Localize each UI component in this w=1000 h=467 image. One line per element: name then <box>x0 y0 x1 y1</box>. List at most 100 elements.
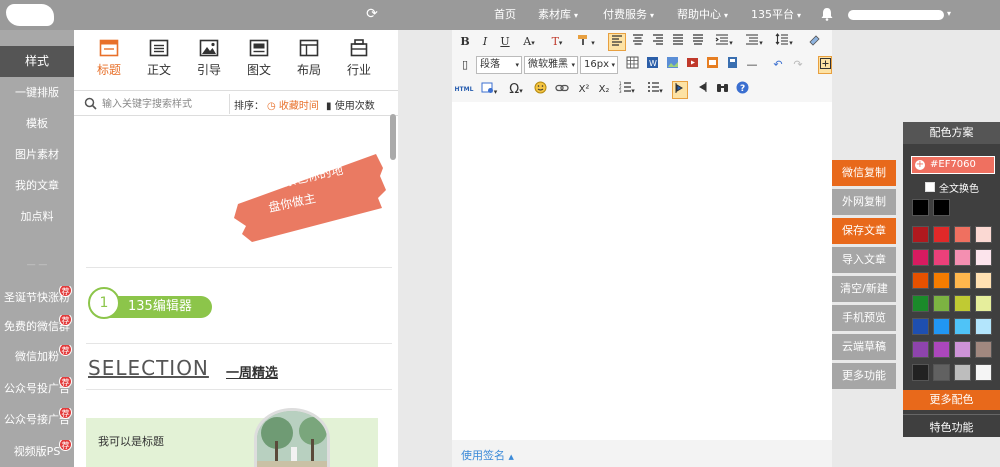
redo-icon[interactable]: ↷ <box>790 56 806 74</box>
color-swatch[interactable] <box>975 318 992 335</box>
sort-by-usage-count[interactable]: ▮ 使用次数 <box>326 97 375 112</box>
undo-icon[interactable]: ↶ <box>770 56 786 74</box>
color-swatch[interactable] <box>954 318 971 335</box>
align-left-button[interactable] <box>608 33 626 51</box>
color-swatch[interactable] <box>933 272 950 289</box>
ltr-direction-button[interactable] <box>672 81 688 99</box>
style-card-photo-title[interactable]: 我可以是标题 <box>86 408 378 467</box>
color-swatch[interactable] <box>954 226 971 243</box>
color-swatch[interactable] <box>954 249 971 266</box>
nav-home[interactable]: 首页 <box>494 0 516 30</box>
more-functions-button[interactable]: 更多功能 <box>832 363 896 389</box>
table-button[interactable] <box>624 56 640 74</box>
horizontal-rule-button[interactable]: — <box>744 56 760 74</box>
color-swatch[interactable] <box>933 226 950 243</box>
color-swatch[interactable] <box>933 318 950 335</box>
color-swatch[interactable] <box>912 364 929 381</box>
word-import-button[interactable]: W <box>644 56 660 74</box>
tab-image-text[interactable]: 图文 <box>236 30 282 86</box>
full-text-color-checkbox[interactable] <box>925 182 935 192</box>
color-swatch[interactable] <box>975 226 992 243</box>
new-doc-icon[interactable]: ▯ <box>458 56 472 74</box>
color-swatch[interactable] <box>933 364 950 381</box>
logo[interactable] <box>6 4 54 26</box>
style-card-selection-title[interactable]: SELECTION 一周精选 <box>86 350 392 390</box>
insert-music-button[interactable] <box>704 56 720 74</box>
font-family-select[interactable]: 微软雅黑 ▾ <box>524 56 578 74</box>
cloud-draft-button[interactable]: 云端草稿 <box>832 334 896 360</box>
underline-button[interactable]: U <box>498 33 512 51</box>
insert-video-button[interactable] <box>684 56 700 74</box>
save-article-button[interactable]: 保存文章 <box>832 218 896 244</box>
paragraph-spacing-button[interactable]: ▾ <box>742 33 766 51</box>
color-swatch[interactable] <box>954 364 971 381</box>
recent-color-swatch[interactable] <box>933 199 950 216</box>
refresh-icon[interactable]: ⟳ <box>364 6 380 22</box>
rtl-direction-button[interactable] <box>694 81 710 99</box>
nav-material-library[interactable]: 素材库 ▾ <box>538 0 578 30</box>
sidebar-item-image-materials[interactable]: 图片素材 <box>0 139 74 170</box>
color-swatch[interactable] <box>975 364 992 381</box>
bold-button[interactable]: B <box>458 33 472 51</box>
more-colors-button[interactable]: 更多配色 <box>903 390 1000 410</box>
font-color-button[interactable]: A▾ <box>518 33 540 51</box>
html-source-button[interactable]: HTML <box>454 81 474 99</box>
mobile-preview-button[interactable]: 手机预览 <box>832 305 896 331</box>
recent-color-swatch[interactable] <box>912 199 929 216</box>
color-swatch[interactable] <box>975 341 992 358</box>
emoji-button[interactable] <box>532 81 548 99</box>
sort-by-favorite-time[interactable]: ◷ 收藏时间 <box>267 97 319 112</box>
color-swatch[interactable] <box>933 295 950 312</box>
tab-industry[interactable]: 行业 <box>336 30 382 86</box>
italic-button[interactable]: I <box>478 33 492 51</box>
color-swatch[interactable] <box>975 249 992 266</box>
color-swatch[interactable] <box>912 226 929 243</box>
nav-paid-service[interactable]: 付费服务 ▾ <box>603 0 654 30</box>
sidebar-item-style[interactable]: 样式 <box>0 46 74 77</box>
sidebar-promo-link[interactable]: 微信加粉荐 <box>0 345 74 369</box>
import-article-button[interactable]: 导入文章 <box>832 247 896 273</box>
editor-content-area[interactable] <box>452 102 832 440</box>
use-signature-link[interactable]: 使用签名 ▲ <box>461 447 514 463</box>
color-swatch[interactable] <box>912 272 929 289</box>
chevron-down-icon[interactable]: ▾ <box>947 9 951 18</box>
superscript-button[interactable]: X² <box>576 81 592 99</box>
expand-button[interactable] <box>818 56 832 74</box>
distribute-button[interactable] <box>690 33 706 51</box>
eraser-button[interactable] <box>806 33 822 51</box>
current-color-input[interactable]: + #EF7060 <box>911 156 995 174</box>
line-height-button[interactable]: ▾ <box>772 33 796 51</box>
sidebar-promo-link[interactable]: 公众号投广告荐 <box>0 377 74 401</box>
tab-body-text[interactable]: 正文 <box>136 30 182 86</box>
justify-button[interactable] <box>670 33 686 51</box>
font-size-select[interactable]: 16px ▾ <box>580 56 618 74</box>
sidebar-promo-link[interactable]: 圣诞节快涨粉荐 <box>0 286 74 310</box>
tab-guide[interactable]: 引导 <box>186 30 232 86</box>
insert-page-button[interactable] <box>724 56 740 74</box>
color-swatch[interactable] <box>912 318 929 335</box>
sidebar-item-templates[interactable]: 模板 <box>0 108 74 139</box>
align-right-button[interactable] <box>650 33 666 51</box>
search-icon[interactable] <box>84 97 97 110</box>
special-functions-button[interactable]: 特色功能 <box>903 418 1000 437</box>
style-card-numbered-title[interactable]: 1 135编辑器 <box>86 274 392 344</box>
help-button[interactable]: ? <box>734 81 750 99</box>
external-copy-button[interactable]: 外网复制 <box>832 189 896 215</box>
paragraph-select[interactable]: 段落 ▾ <box>476 56 522 74</box>
color-swatch[interactable] <box>954 341 971 358</box>
color-swatch[interactable] <box>975 272 992 289</box>
search-input[interactable] <box>102 95 228 113</box>
color-swatch[interactable] <box>975 295 992 312</box>
color-swatch[interactable] <box>954 272 971 289</box>
align-center-button[interactable] <box>630 33 646 51</box>
background-color-button[interactable]: T▾ <box>546 33 568 51</box>
special-char-button[interactable]: Ω▾ <box>506 81 526 99</box>
unordered-list-button[interactable]: ▾ <box>644 81 666 99</box>
sidebar-promo-link[interactable]: 免费的微信群荐 <box>0 315 74 339</box>
ordered-list-button[interactable]: 1 2 3 ▾ <box>616 81 638 99</box>
bell-icon[interactable] <box>820 7 834 21</box>
wechat-copy-button[interactable]: 微信复制 <box>832 160 896 186</box>
format-painter-button[interactable]: ▾ <box>574 33 598 51</box>
indent-button[interactable]: ▾ <box>712 33 736 51</box>
insert-template-button[interactable]: ▾ <box>478 81 500 99</box>
